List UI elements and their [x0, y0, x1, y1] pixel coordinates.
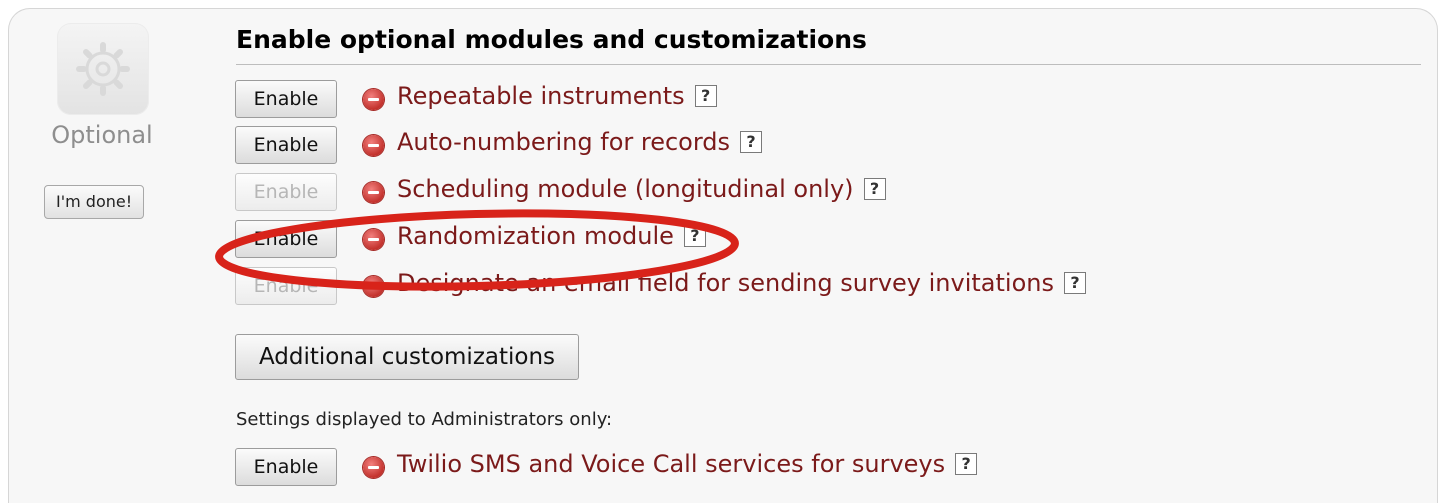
module-row-auto-numbering: Enable Auto-numbering for records ?	[235, 126, 763, 164]
section-title: Enable optional modules and customizatio…	[236, 25, 867, 54]
title-divider	[236, 64, 1421, 65]
enable-button[interactable]: Enable	[235, 80, 337, 118]
help-icon[interactable]: ?	[740, 131, 763, 153]
module-row-repeatable-instruments: Enable Repeatable instruments ?	[235, 80, 717, 118]
module-label: Repeatable instruments	[397, 82, 685, 110]
enable-button[interactable]: Enable	[235, 173, 337, 211]
module-label: Designate an email field for sending sur…	[397, 269, 1054, 297]
help-icon[interactable]: ?	[683, 225, 706, 247]
optional-modules-panel: Optional I'm done! Enable optional modul…	[8, 8, 1438, 503]
module-label: Twilio SMS and Voice Call services for s…	[397, 450, 946, 478]
optional-sidebar: Optional I'm done!	[9, 9, 204, 239]
module-label: Randomization module	[397, 222, 674, 250]
help-icon[interactable]: ?	[1063, 272, 1086, 294]
admin-settings-note: Settings displayed to Administrators onl…	[236, 409, 613, 430]
enable-button[interactable]: Enable	[235, 267, 337, 305]
im-done-button[interactable]: I'm done!	[44, 185, 145, 219]
module-row-twilio: Enable Twilio SMS and Voice Call service…	[235, 448, 978, 486]
additional-customizations-button[interactable]: Additional customizations	[235, 334, 579, 380]
help-icon[interactable]: ?	[955, 453, 978, 475]
disabled-status-icon	[363, 456, 384, 478]
disabled-status-icon	[363, 181, 384, 203]
enable-button[interactable]: Enable	[235, 126, 337, 164]
enable-button[interactable]: Enable	[235, 220, 337, 258]
module-row-survey-email-field: Enable Designate an email field for send…	[235, 267, 1086, 305]
module-row-randomization: Enable Randomization module ?	[235, 220, 706, 258]
disabled-status-icon	[363, 228, 384, 250]
help-icon[interactable]: ?	[863, 178, 886, 200]
gear-icon	[57, 23, 149, 115]
disabled-status-icon	[363, 275, 384, 297]
module-row-scheduling: Enable Scheduling module (longitudinal o…	[235, 173, 886, 211]
help-icon[interactable]: ?	[694, 85, 717, 107]
disabled-status-icon	[363, 88, 384, 110]
module-label: Auto-numbering for records	[397, 128, 731, 156]
optional-label: Optional	[51, 121, 153, 149]
disabled-status-icon	[363, 134, 384, 156]
module-label: Scheduling module (longitudinal only)	[397, 175, 854, 203]
enable-button[interactable]: Enable	[235, 448, 337, 486]
